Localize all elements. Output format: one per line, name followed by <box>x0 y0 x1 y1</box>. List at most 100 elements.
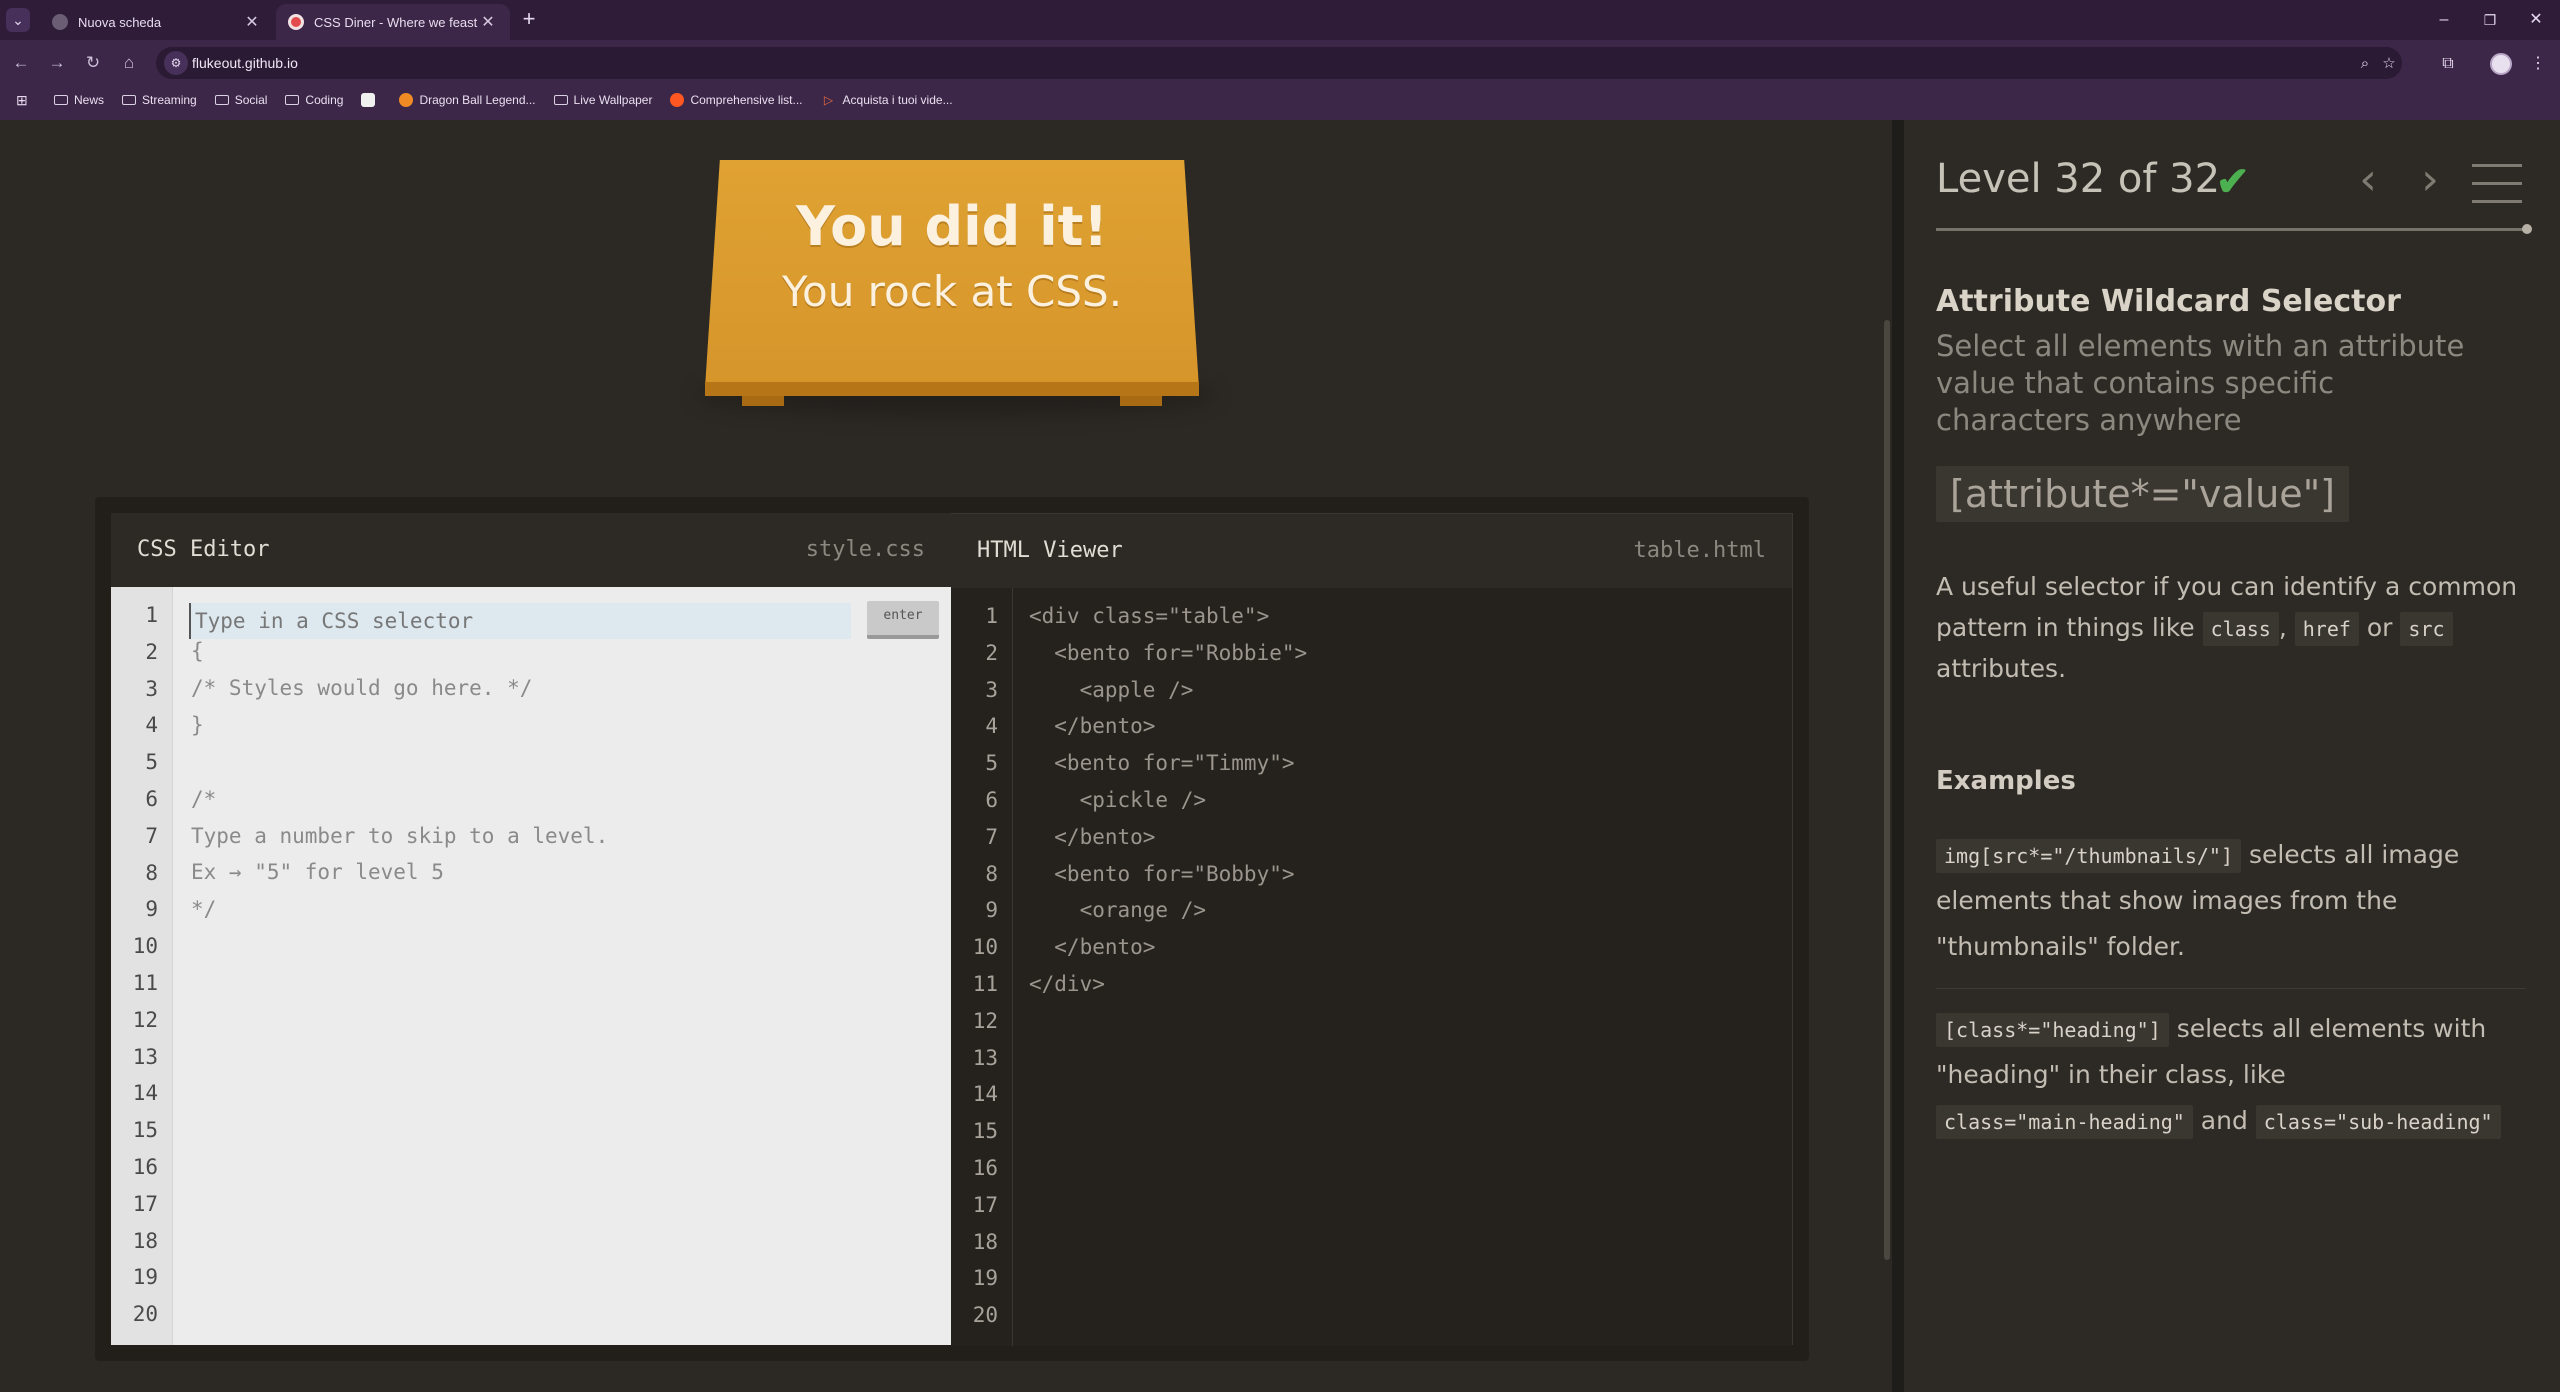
bookmark-dragon-ball[interactable]: Dragon Ball Legend... <box>399 93 536 107</box>
bookmark-label: News <box>74 93 105 107</box>
code-line: /* <box>191 787 217 811</box>
url-text[interactable]: flukeout.github.io <box>192 55 298 71</box>
css-editor-pane: CSS Editor style.css 1 2 3 4 5 6 7 8 9 10 11 12 13 14… <box>111 513 951 1345</box>
line-number: 15 <box>132 1118 158 1143</box>
level-sidebar: Level 32 of 32 ✔ ‹ › Attribute Wildcard … <box>1904 120 2560 1392</box>
css-selector-input[interactable] <box>189 603 851 639</box>
bookmark-news[interactable]: News <box>54 93 104 107</box>
line-number: 13 <box>972 1045 998 1070</box>
level-menu-icon[interactable] <box>2472 164 2522 204</box>
example-divider <box>1936 988 2526 989</box>
close-icon[interactable]: ✕ <box>242 12 262 32</box>
html-code-line[interactable]: <apple /> <box>1029 678 1194 702</box>
line-number: 4 <box>145 713 158 738</box>
success-subheading: You rock at CSS. <box>781 267 1123 316</box>
line-number: 15 <box>972 1119 998 1144</box>
bookmark-live-wallpaper[interactable]: Live Wallpaper <box>553 93 652 107</box>
line-number: 20 <box>972 1303 998 1328</box>
html-code-line[interactable]: </div> <box>1029 972 1105 996</box>
line-number: 9 <box>145 897 158 922</box>
bookmark-social[interactable]: Social <box>214 93 267 107</box>
site-info-icon[interactable]: ⚙ <box>164 51 188 75</box>
code-chip: class="main-heading" <box>1936 1105 2193 1139</box>
forward-icon[interactable]: → <box>44 50 70 76</box>
html-code-line[interactable]: <bento for="Robbie"> <box>1029 641 1307 665</box>
tab-nuova-scheda[interactable]: Nuova scheda ✕ <box>40 4 274 40</box>
extensions-icon[interactable]: ⧉ <box>2436 52 2460 76</box>
chrome-favicon-icon <box>52 14 68 30</box>
selector-name: Attribute Wildcard Selector <box>1936 284 2401 319</box>
address-bar[interactable]: ⚙ flukeout.github.io ⌕ ☆ <box>156 47 2402 79</box>
level-progress-bar <box>1936 228 2528 231</box>
previous-level-icon[interactable]: ‹ <box>2352 158 2384 204</box>
next-level-icon[interactable]: › <box>2414 158 2446 204</box>
page: You did it! You rock at CSS. CSS Editor … <box>0 120 2560 1392</box>
minimize-icon[interactable]: – <box>2424 6 2464 34</box>
line-number: 12 <box>972 1008 998 1033</box>
html-code-line[interactable]: </bento> <box>1029 825 1155 849</box>
close-icon[interactable]: ✕ <box>478 12 498 32</box>
bookmark-star-icon[interactable]: ☆ <box>2378 53 2400 75</box>
bookmark-app[interactable] <box>361 93 381 107</box>
line-number: 1 <box>985 604 998 628</box>
examples-heading: Examples <box>1936 766 2076 796</box>
panel-divider <box>1892 120 1904 1392</box>
profile-avatar[interactable] <box>2490 53 2512 75</box>
zoom-icon[interactable]: ⌕ <box>2354 53 2376 75</box>
html-code-line[interactable]: </bento> <box>1029 714 1155 738</box>
line-number: 9 <box>985 898 998 923</box>
tab-search-icon[interactable]: ⌄ <box>6 8 30 32</box>
apps-grid-icon[interactable]: ⊞ <box>16 92 36 109</box>
bookmark-acquista[interactable]: ▷ Acquista i tuoi vide... <box>821 93 953 107</box>
table-edge <box>705 382 1199 396</box>
code-line: { <box>191 639 204 663</box>
line-number: 18 <box>972 1229 998 1254</box>
html-code-line[interactable]: </bento> <box>1029 935 1155 959</box>
menu-dots-icon[interactable]: ⋮ <box>2526 52 2550 76</box>
html-viewer-title: HTML Viewer <box>977 538 1123 563</box>
enter-button[interactable]: enter <box>867 601 939 639</box>
html-code-line[interactable]: <bento for="Timmy"> <box>1029 751 1294 775</box>
line-number: 7 <box>145 823 158 848</box>
line-number: 6 <box>985 788 998 812</box>
completed-check-icon: ✔ <box>2216 160 2250 204</box>
bookmark-comprehensive[interactable]: Comprehensive list... <box>670 93 803 107</box>
code-chip: class="sub-heading" <box>2255 1105 2501 1139</box>
folder-icon <box>553 95 568 105</box>
html-code-line[interactable]: <bento for="Bobby"> <box>1029 862 1294 886</box>
css-editor-header: CSS Editor style.css <box>111 513 951 587</box>
bookmark-streaming[interactable]: Streaming <box>122 93 197 107</box>
back-icon[interactable]: ← <box>8 50 34 76</box>
editor: CSS Editor style.css 1 2 3 4 5 6 7 8 9 10 11 12 13 14… <box>95 497 1809 1361</box>
bookmark-label: Coding <box>305 93 344 107</box>
window-close-icon[interactable]: ✕ <box>2516 6 2556 34</box>
line-number: 18 <box>132 1228 158 1253</box>
reload-icon[interactable]: ↻ <box>80 50 106 76</box>
bookmark-coding[interactable]: Coding <box>285 93 343 107</box>
home-icon[interactable]: ⌂ <box>116 50 142 76</box>
css-editor-title: CSS Editor <box>137 537 270 562</box>
html-code-line[interactable]: <orange /> <box>1029 898 1206 922</box>
new-tab-icon[interactable]: + <box>516 7 542 33</box>
html-code-line[interactable]: <pickle /> <box>1029 788 1206 812</box>
html-viewer-body: 1 2 3 4 5 6 7 8 9 10 11 12 13 14 15 16 17 18 19 20 <div cla… <box>951 588 1792 1346</box>
bookmark-label: Dragon Ball Legend... <box>419 93 536 107</box>
line-number: 8 <box>985 861 998 886</box>
code-chip: class <box>2202 612 2279 646</box>
code-line: */ <box>191 897 217 921</box>
restore-icon[interactable]: ❐ <box>2470 6 2510 34</box>
code-chip: href <box>2294 612 2359 646</box>
table-leg <box>742 396 784 406</box>
code-line: /* Styles would go here. */ <box>191 676 533 700</box>
css-line-numbers: 1 2 3 4 5 6 7 8 9 10 11 12 13 14 15 16 17 18 19 20 <box>111 587 173 1345</box>
hint-text: attributes. <box>1936 654 2067 683</box>
html-code-line[interactable]: <div class="table"> <box>1029 604 1269 628</box>
line-number: 19 <box>972 1266 998 1291</box>
html-file-name: table.html <box>1633 538 1766 563</box>
example-text: and <box>2200 1106 2248 1135</box>
level-indicator: Level 32 of 32 <box>1936 156 2221 202</box>
tab-css-diner[interactable]: CSS Diner - Where we feast on ✕ <box>276 4 510 40</box>
page-scrollbar[interactable] <box>1884 320 1890 1260</box>
play-store-icon: ▷ <box>823 93 834 107</box>
line-number: 16 <box>972 1156 998 1180</box>
